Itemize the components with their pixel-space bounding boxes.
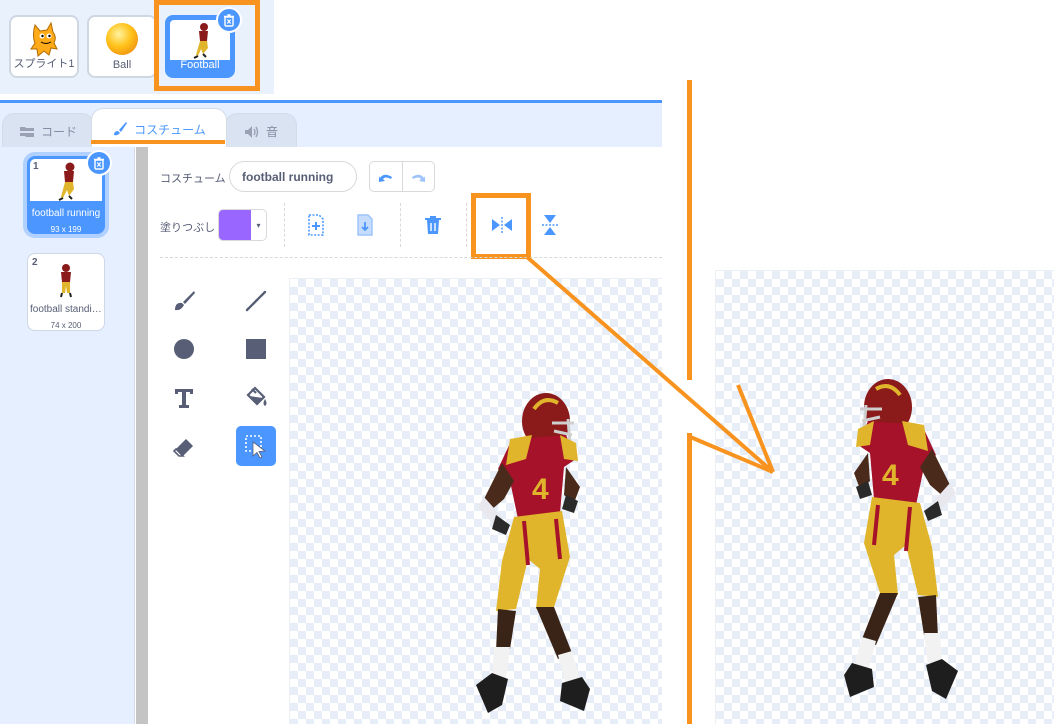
toolbar-bottom-divider xyxy=(160,257,662,258)
costume-list-scrollbar[interactable] xyxy=(136,147,148,724)
costume-name: football running xyxy=(31,208,101,219)
flip-button-highlight-callout xyxy=(471,193,531,259)
circle-tool-icon xyxy=(174,339,194,359)
toolbar-divider xyxy=(284,203,285,247)
eraser-tool-icon xyxy=(172,439,193,457)
text-tool[interactable] xyxy=(164,378,204,418)
code-blocks-icon xyxy=(19,126,34,137)
svg-text:4: 4 xyxy=(882,459,899,492)
select-tool[interactable] xyxy=(236,426,276,466)
delete-costume-button[interactable] xyxy=(86,150,112,176)
tab-label: 音 xyxy=(265,125,278,139)
undo-icon xyxy=(378,174,392,182)
costume-name-label: コスチューム xyxy=(160,173,226,185)
costume-name: football standing xyxy=(30,304,102,315)
sprite-name: Ball xyxy=(112,59,132,71)
sprite-highlight-callout xyxy=(154,0,260,91)
flipped-result-canvas: 4 xyxy=(715,270,1054,724)
line-tool-icon xyxy=(245,290,267,312)
costume-size: 74 x 200 xyxy=(50,321,82,330)
undo-button[interactable] xyxy=(370,162,403,191)
fill-color-picker[interactable]: ▾ xyxy=(218,209,267,241)
redo-icon xyxy=(412,174,426,182)
redo-button[interactable] xyxy=(403,162,435,191)
tab-label: コスチューム xyxy=(134,122,206,137)
svg-text:4: 4 xyxy=(532,473,549,506)
copy-backward-icon xyxy=(357,214,373,236)
select-tool-icon xyxy=(245,435,267,458)
annotation-divider-top xyxy=(687,80,692,380)
tab-code[interactable]: コード xyxy=(2,113,94,149)
sprite-tile-ball[interactable]: Ball xyxy=(87,15,157,78)
costume-item-2[interactable]: 2 football standing 74 x 200 xyxy=(27,253,105,331)
costume-number: 2 xyxy=(32,257,38,268)
eraser-tool[interactable] xyxy=(164,426,204,466)
trash-icon xyxy=(425,216,441,234)
paintbrush-icon xyxy=(114,122,128,136)
rectangle-tool-icon xyxy=(246,339,266,359)
ball-sprite-icon xyxy=(89,19,155,61)
flip-vertical-button[interactable] xyxy=(537,210,563,240)
text-tool-icon xyxy=(175,389,193,408)
paste-front-button[interactable] xyxy=(303,210,329,240)
rectangle-tool[interactable] xyxy=(236,329,276,369)
flip-vertical-icon xyxy=(542,215,558,235)
annotation-divider-bottom xyxy=(687,433,692,724)
costume-thumbnail xyxy=(42,262,90,300)
fill-tool[interactable] xyxy=(236,378,276,418)
delete-button[interactable] xyxy=(420,210,446,240)
toolbar-divider xyxy=(400,203,401,247)
fill-tool-icon xyxy=(246,386,267,406)
tab-sound[interactable]: 音 xyxy=(225,113,297,149)
line-tool[interactable] xyxy=(236,281,276,321)
costume-name-input[interactable] xyxy=(229,161,357,192)
fill-label: 塗りつぶし xyxy=(160,222,216,234)
toolbar-divider xyxy=(466,203,467,247)
costume-number: 1 xyxy=(33,161,39,172)
chevron-down-icon: ▾ xyxy=(256,220,261,230)
costume-size: 93 x 199 xyxy=(50,225,82,234)
active-tab-highlight xyxy=(91,140,225,144)
brush-tool-icon xyxy=(175,291,195,311)
brush-tool[interactable] xyxy=(164,281,204,321)
costume-list: 1 football running 93 x 199 2 football s… xyxy=(0,147,135,724)
fill-color-swatch xyxy=(219,210,251,240)
football-player-costume: 4 xyxy=(476,393,590,713)
paint-canvas[interactable]: 4 xyxy=(289,278,662,724)
copy-forward-icon xyxy=(308,214,324,236)
sprite-tile-sprite1[interactable]: スプライト1 xyxy=(9,15,79,78)
speaker-icon xyxy=(244,125,259,138)
paste-back-button[interactable] xyxy=(352,210,378,240)
undo-redo-group xyxy=(369,161,435,192)
tab-label: コード xyxy=(40,125,77,139)
circle-tool[interactable] xyxy=(164,329,204,369)
sprite-name: スプライト1 xyxy=(13,58,75,70)
football-player-flipped: 4 xyxy=(844,379,958,699)
trash-icon xyxy=(94,157,104,170)
